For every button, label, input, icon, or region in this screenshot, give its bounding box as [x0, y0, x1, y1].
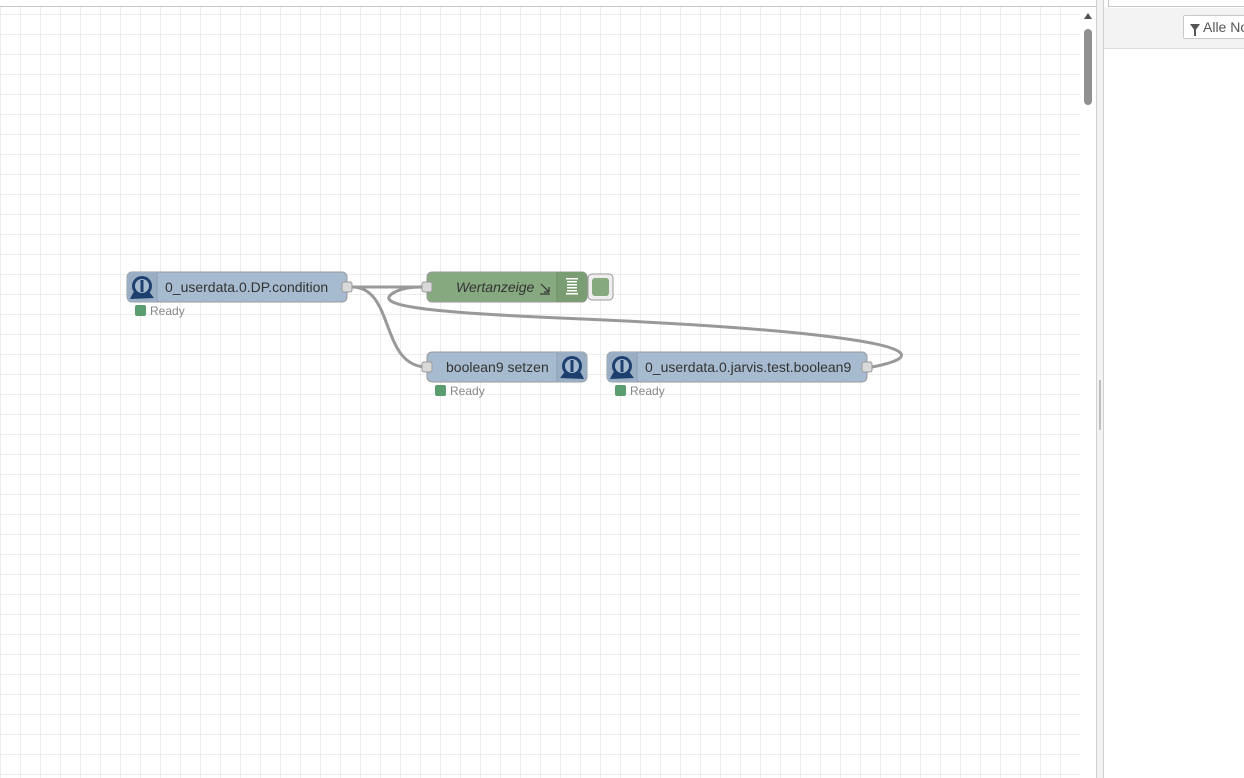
node-wertanzeige[interactable]: Wertanzeige — [421, 271, 614, 303]
node-boolean9-in[interactable]: 0_userdata.0.jarvis.test.boolean9 Ready — [606, 351, 873, 398]
status-dot — [615, 385, 626, 396]
filter-label: Alle No — [1203, 19, 1244, 35]
splitter-grip[interactable] — [1099, 380, 1101, 430]
node-label: Wertanzeige — [456, 279, 535, 295]
sidebar: Alle No — [1104, 0, 1244, 778]
node-boolean9-setzen[interactable]: boolean9 setzen Ready — [421, 351, 588, 398]
flow-canvas[interactable]: 0_userdata.0.DP.condition Ready Wertanze… — [0, 0, 1080, 778]
node-condition[interactable]: 0_userdata.0.DP.condition Ready — [126, 271, 353, 318]
node-label: boolean9 setzen — [446, 359, 549, 375]
status-dot — [135, 305, 146, 316]
sidebar-toolbar: Alle No — [1104, 8, 1244, 49]
scrollbar-thumb[interactable] — [1084, 29, 1092, 105]
workspace-vertical-scrollbar[interactable] — [1080, 7, 1096, 778]
status-dot — [435, 385, 446, 396]
input-port[interactable] — [421, 281, 433, 293]
workspace-top-border — [0, 0, 1096, 7]
debug-toggle-indicator — [592, 278, 609, 296]
node-label: 0_userdata.0.jarvis.test.boolean9 — [645, 359, 851, 375]
node-label: 0_userdata.0.DP.condition — [165, 279, 328, 295]
status-text: Ready — [150, 304, 185, 318]
filter-nodes-button[interactable]: Alle No — [1183, 15, 1244, 39]
status-text: Ready — [450, 384, 485, 398]
sidebar-tab-bar — [1108, 0, 1244, 7]
status-text: Ready — [630, 384, 665, 398]
output-port[interactable] — [861, 361, 873, 373]
output-port[interactable] — [341, 281, 353, 293]
sidebar-splitter[interactable] — [1096, 0, 1104, 778]
scroll-up-arrow-icon[interactable] — [1084, 13, 1092, 19]
filter-icon — [1190, 23, 1200, 36]
flow-workspace[interactable]: 0_userdata.0.DP.condition Ready Wertanze… — [0, 0, 1080, 778]
input-port[interactable] — [421, 361, 433, 373]
